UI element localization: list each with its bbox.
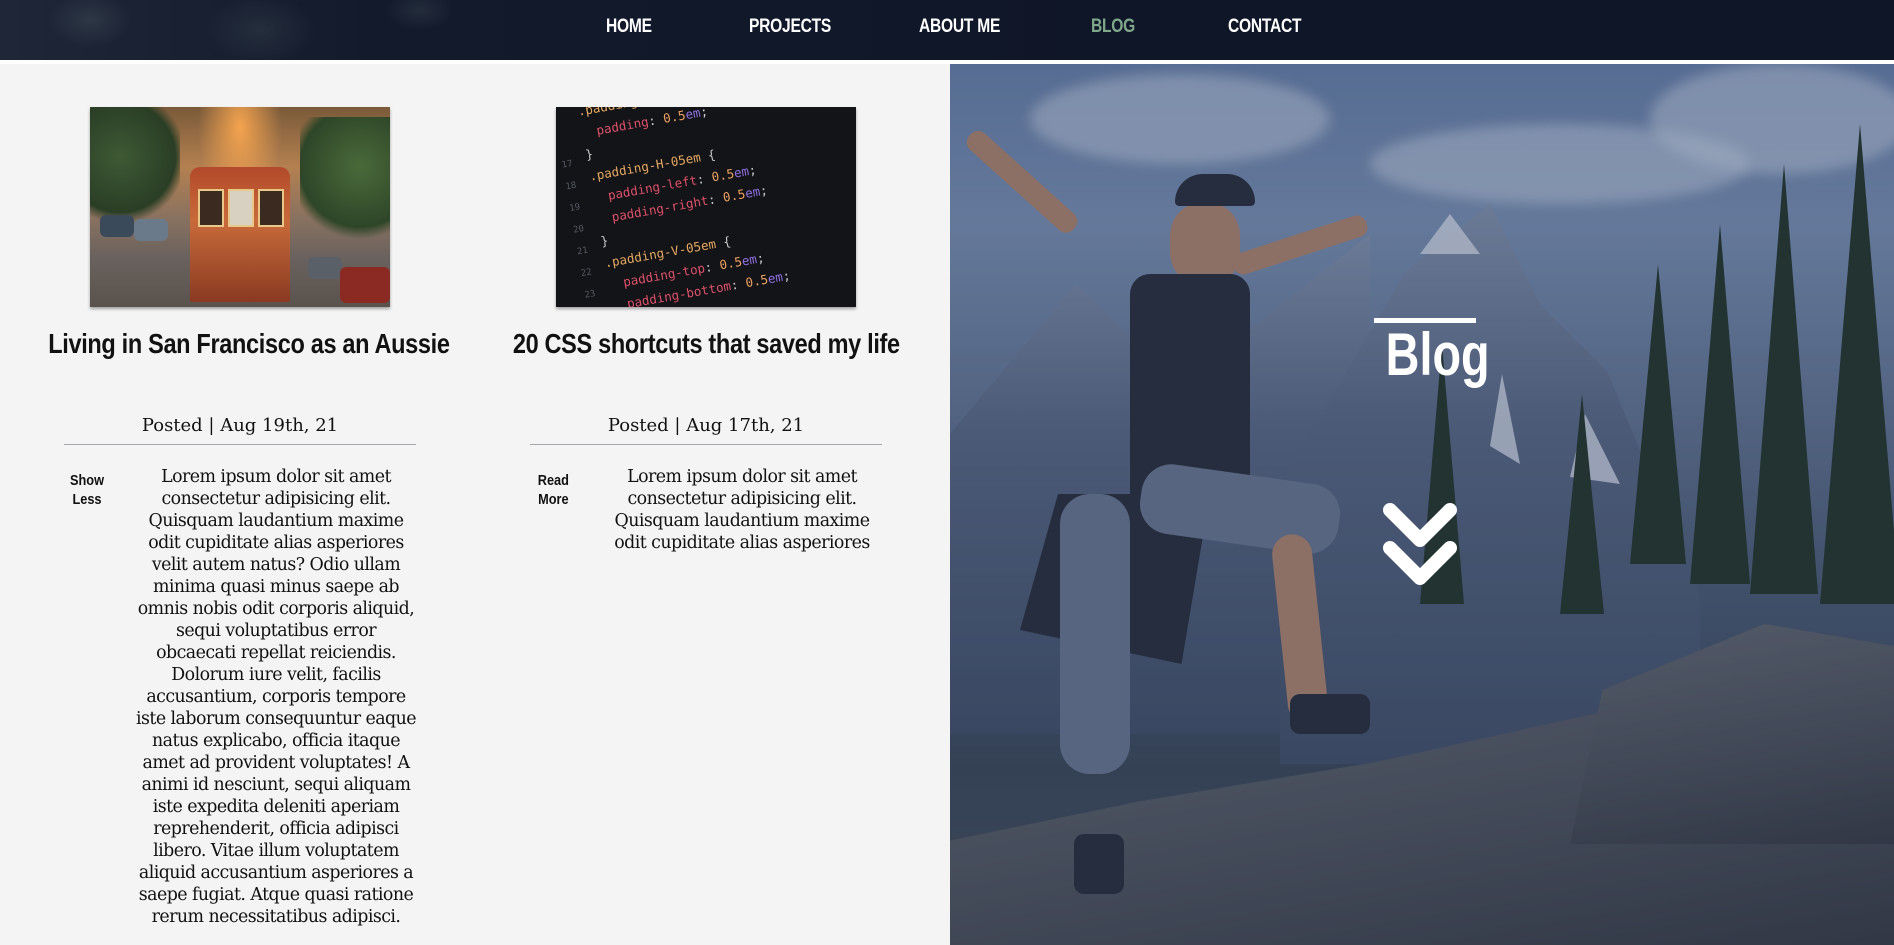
tree-shape (90, 107, 180, 227)
nav-item-projects[interactable]: PROJECTS (749, 14, 831, 40)
post-body: Lorem ipsum dolor sit amet consectetur a… (614, 467, 870, 553)
post-title[interactable]: 20 CSS shortcuts that saved my life (476, 328, 936, 360)
hero-title: Blog (1385, 321, 1490, 388)
double-chevron-down-icon[interactable] (1382, 496, 1458, 592)
nav-item-blog[interactable]: BLOG (1091, 14, 1135, 40)
post-body: Lorem ipsum dolor sit amet consectetur a… (136, 467, 417, 927)
top-nav: HOME PROJECTS ABOUT ME BLOG CONTACT (0, 0, 1894, 60)
nav-item-contact[interactable]: CONTACT (1228, 14, 1302, 40)
car-shape (134, 219, 168, 241)
post-date: Posted | Aug 19th, 21 (141, 415, 339, 436)
tram-window (258, 189, 284, 227)
hero-banner: Blog (950, 64, 1894, 945)
post-date: Posted | Aug 17th, 21 (607, 415, 805, 436)
post-divider (530, 444, 882, 445)
tram-window (198, 189, 224, 227)
nav-background-texture (0, 0, 520, 60)
post-image-san-francisco[interactable] (90, 107, 390, 307)
show-less-button[interactable]: Show Less (57, 471, 117, 509)
car-shape (100, 215, 134, 237)
blog-post-list: Living in San Francisco as an Aussie Pos… (0, 64, 950, 945)
code-snippet: .padding- padding: 0.5em; } .padding-H-0… (577, 107, 792, 307)
post-divider (64, 444, 416, 445)
cable-car-shape (190, 167, 290, 302)
post-title[interactable]: Living in San Francisco as an Aussie (10, 328, 470, 360)
nav-item-home[interactable]: HOME (606, 14, 652, 40)
car-shape (308, 257, 342, 279)
tram-window (228, 189, 254, 227)
car-shape (340, 267, 390, 303)
post-image-css-code[interactable]: 17 18 19 20 21 22 23 24 25 .padding- pad… (556, 107, 856, 307)
nav-item-about-me[interactable]: ABOUT ME (919, 14, 1000, 40)
read-more-button[interactable]: Read More (523, 471, 583, 509)
tree-shape (300, 117, 390, 247)
